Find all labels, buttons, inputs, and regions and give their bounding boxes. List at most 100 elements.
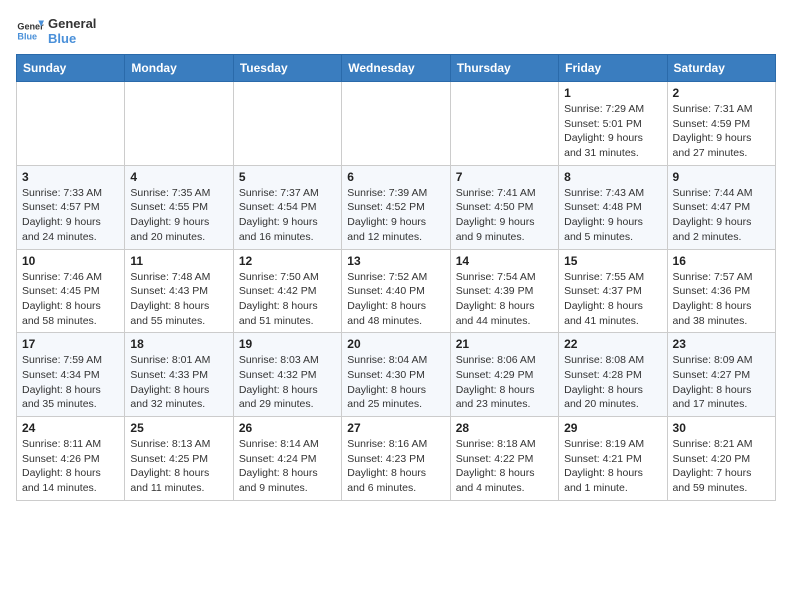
day-number: 5 bbox=[239, 170, 336, 184]
calendar-cell: 3 Sunrise: 7:33 AM Sunset: 4:57 PM Daylig… bbox=[17, 165, 125, 249]
calendar-week-4: 17 Sunrise: 7:59 AM Sunset: 4:34 PM Dayli… bbox=[17, 333, 776, 417]
calendar-cell: 13 Sunrise: 7:52 AM Sunset: 4:40 PM Dayli… bbox=[342, 249, 450, 333]
calendar-cell: 27 Sunrise: 8:16 AM Sunset: 4:23 PM Dayli… bbox=[342, 417, 450, 501]
column-header-wednesday: Wednesday bbox=[342, 55, 450, 82]
column-header-sunday: Sunday bbox=[17, 55, 125, 82]
day-number: 29 bbox=[564, 421, 661, 435]
day-number: 14 bbox=[456, 254, 553, 268]
day-number: 19 bbox=[239, 337, 336, 351]
day-info: Sunrise: 7:31 AM Sunset: 4:59 PM Dayligh… bbox=[673, 102, 770, 161]
day-info: Sunrise: 7:33 AM Sunset: 4:57 PM Dayligh… bbox=[22, 186, 119, 245]
calendar-cell: 16Sunrise: 7:57 AM Sunset: 4:36 PM Dayli… bbox=[667, 249, 775, 333]
column-header-saturday: Saturday bbox=[667, 55, 775, 82]
page-header: General Blue General Blue bbox=[16, 16, 776, 46]
calendar-cell: 26Sunrise: 8:14 AM Sunset: 4:24 PM Dayli… bbox=[233, 417, 341, 501]
day-number: 12 bbox=[239, 254, 336, 268]
calendar-cell: 24 Sunrise: 8:11 AM Sunset: 4:26 PM Dayli… bbox=[17, 417, 125, 501]
day-info: Sunrise: 7:54 AM Sunset: 4:39 PM Dayligh… bbox=[456, 270, 553, 329]
calendar-cell: 11 Sunrise: 7:48 AM Sunset: 4:43 PM Dayli… bbox=[125, 249, 233, 333]
day-number: 2 bbox=[673, 86, 770, 100]
day-number: 20 bbox=[347, 337, 444, 351]
calendar-cell: 5 Sunrise: 7:37 AM Sunset: 4:54 PM Daylig… bbox=[233, 165, 341, 249]
day-info: Sunrise: 7:59 AM Sunset: 4:34 PM Dayligh… bbox=[22, 353, 119, 412]
day-info: Sunrise: 8:13 AM Sunset: 4:25 PM Dayligh… bbox=[130, 437, 227, 496]
calendar-cell: 1Sunrise: 7:29 AM Sunset: 5:01 PM Daylig… bbox=[559, 82, 667, 166]
calendar-table: SundayMondayTuesdayWednesdayThursdayFrid… bbox=[16, 54, 776, 501]
day-info: Sunrise: 8:16 AM Sunset: 4:23 PM Dayligh… bbox=[347, 437, 444, 496]
logo-blue: Blue bbox=[48, 31, 96, 46]
day-number: 24 bbox=[22, 421, 119, 435]
day-number: 13 bbox=[347, 254, 444, 268]
calendar-cell: 29 Sunrise: 8:19 AM Sunset: 4:21 PM Dayli… bbox=[559, 417, 667, 501]
calendar-cell: 30 Sunrise: 8:21 AM Sunset: 4:20 PM Dayli… bbox=[667, 417, 775, 501]
day-number: 17 bbox=[22, 337, 119, 351]
day-number: 25 bbox=[130, 421, 227, 435]
day-number: 21 bbox=[456, 337, 553, 351]
calendar-header-row: SundayMondayTuesdayWednesdayThursdayFrid… bbox=[17, 55, 776, 82]
day-number: 7 bbox=[456, 170, 553, 184]
day-info: Sunrise: 8:04 AM Sunset: 4:30 PM Dayligh… bbox=[347, 353, 444, 412]
day-number: 22 bbox=[564, 337, 661, 351]
svg-text:Blue: Blue bbox=[17, 31, 37, 41]
day-info: Sunrise: 8:01 AM Sunset: 4:33 PM Dayligh… bbox=[130, 353, 227, 412]
calendar-cell: 15 Sunrise: 7:55 AM Sunset: 4:37 PM Dayli… bbox=[559, 249, 667, 333]
day-info: Sunrise: 7:29 AM Sunset: 5:01 PM Dayligh… bbox=[564, 102, 661, 161]
day-info: Sunrise: 7:37 AM Sunset: 4:54 PM Dayligh… bbox=[239, 186, 336, 245]
calendar-week-1: 1Sunrise: 7:29 AM Sunset: 5:01 PM Daylig… bbox=[17, 82, 776, 166]
day-number: 27 bbox=[347, 421, 444, 435]
calendar-week-5: 24 Sunrise: 8:11 AM Sunset: 4:26 PM Dayli… bbox=[17, 417, 776, 501]
calendar-cell bbox=[342, 82, 450, 166]
day-info: Sunrise: 8:19 AM Sunset: 4:21 PM Dayligh… bbox=[564, 437, 661, 496]
calendar-cell: 12 Sunrise: 7:50 AM Sunset: 4:42 PM Dayli… bbox=[233, 249, 341, 333]
day-info: Sunrise: 7:39 AM Sunset: 4:52 PM Dayligh… bbox=[347, 186, 444, 245]
day-number: 11 bbox=[130, 254, 227, 268]
logo: General Blue General Blue bbox=[16, 16, 96, 46]
day-number: 30 bbox=[673, 421, 770, 435]
calendar-cell bbox=[17, 82, 125, 166]
day-info: Sunrise: 7:35 AM Sunset: 4:55 PM Dayligh… bbox=[130, 186, 227, 245]
column-header-friday: Friday bbox=[559, 55, 667, 82]
calendar-cell: 19 Sunrise: 8:03 AM Sunset: 4:32 PM Dayli… bbox=[233, 333, 341, 417]
day-info: Sunrise: 7:41 AM Sunset: 4:50 PM Dayligh… bbox=[456, 186, 553, 245]
day-number: 3 bbox=[22, 170, 119, 184]
day-info: Sunrise: 7:48 AM Sunset: 4:43 PM Dayligh… bbox=[130, 270, 227, 329]
day-number: 6 bbox=[347, 170, 444, 184]
day-info: Sunrise: 7:52 AM Sunset: 4:40 PM Dayligh… bbox=[347, 270, 444, 329]
calendar-cell: 18 Sunrise: 8:01 AM Sunset: 4:33 PM Dayli… bbox=[125, 333, 233, 417]
day-info: Sunrise: 7:57 AM Sunset: 4:36 PM Dayligh… bbox=[673, 270, 770, 329]
day-number: 18 bbox=[130, 337, 227, 351]
day-info: Sunrise: 8:06 AM Sunset: 4:29 PM Dayligh… bbox=[456, 353, 553, 412]
day-info: Sunrise: 8:14 AM Sunset: 4:24 PM Dayligh… bbox=[239, 437, 336, 496]
day-info: Sunrise: 7:55 AM Sunset: 4:37 PM Dayligh… bbox=[564, 270, 661, 329]
day-info: Sunrise: 8:09 AM Sunset: 4:27 PM Dayligh… bbox=[673, 353, 770, 412]
day-info: Sunrise: 7:46 AM Sunset: 4:45 PM Dayligh… bbox=[22, 270, 119, 329]
calendar-cell: 8Sunrise: 7:43 AM Sunset: 4:48 PM Daylig… bbox=[559, 165, 667, 249]
day-info: Sunrise: 8:18 AM Sunset: 4:22 PM Dayligh… bbox=[456, 437, 553, 496]
day-info: Sunrise: 8:08 AM Sunset: 4:28 PM Dayligh… bbox=[564, 353, 661, 412]
calendar-cell: 25 Sunrise: 8:13 AM Sunset: 4:25 PM Dayli… bbox=[125, 417, 233, 501]
calendar-cell: 9Sunrise: 7:44 AM Sunset: 4:47 PM Daylig… bbox=[667, 165, 775, 249]
calendar-cell bbox=[450, 82, 558, 166]
day-number: 15 bbox=[564, 254, 661, 268]
calendar-cell: 28Sunrise: 8:18 AM Sunset: 4:22 PM Dayli… bbox=[450, 417, 558, 501]
day-info: Sunrise: 7:43 AM Sunset: 4:48 PM Dayligh… bbox=[564, 186, 661, 245]
calendar-cell: 7 Sunrise: 7:41 AM Sunset: 4:50 PM Daylig… bbox=[450, 165, 558, 249]
day-info: Sunrise: 7:50 AM Sunset: 4:42 PM Dayligh… bbox=[239, 270, 336, 329]
day-info: Sunrise: 7:44 AM Sunset: 4:47 PM Dayligh… bbox=[673, 186, 770, 245]
calendar-cell: 23Sunrise: 8:09 AM Sunset: 4:27 PM Dayli… bbox=[667, 333, 775, 417]
day-info: Sunrise: 8:11 AM Sunset: 4:26 PM Dayligh… bbox=[22, 437, 119, 496]
column-header-monday: Monday bbox=[125, 55, 233, 82]
calendar-cell: 21 Sunrise: 8:06 AM Sunset: 4:29 PM Dayli… bbox=[450, 333, 558, 417]
column-header-thursday: Thursday bbox=[450, 55, 558, 82]
column-header-tuesday: Tuesday bbox=[233, 55, 341, 82]
calendar-cell: 17 Sunrise: 7:59 AM Sunset: 4:34 PM Dayli… bbox=[17, 333, 125, 417]
calendar-cell bbox=[125, 82, 233, 166]
day-number: 10 bbox=[22, 254, 119, 268]
calendar-cell: 4Sunrise: 7:35 AM Sunset: 4:55 PM Daylig… bbox=[125, 165, 233, 249]
day-info: Sunrise: 8:21 AM Sunset: 4:20 PM Dayligh… bbox=[673, 437, 770, 496]
calendar-cell: 22 Sunrise: 8:08 AM Sunset: 4:28 PM Dayli… bbox=[559, 333, 667, 417]
calendar-week-3: 10 Sunrise: 7:46 AM Sunset: 4:45 PM Dayli… bbox=[17, 249, 776, 333]
day-info: Sunrise: 8:03 AM Sunset: 4:32 PM Dayligh… bbox=[239, 353, 336, 412]
calendar-cell: 2 Sunrise: 7:31 AM Sunset: 4:59 PM Daylig… bbox=[667, 82, 775, 166]
calendar-cell: 14 Sunrise: 7:54 AM Sunset: 4:39 PM Dayli… bbox=[450, 249, 558, 333]
